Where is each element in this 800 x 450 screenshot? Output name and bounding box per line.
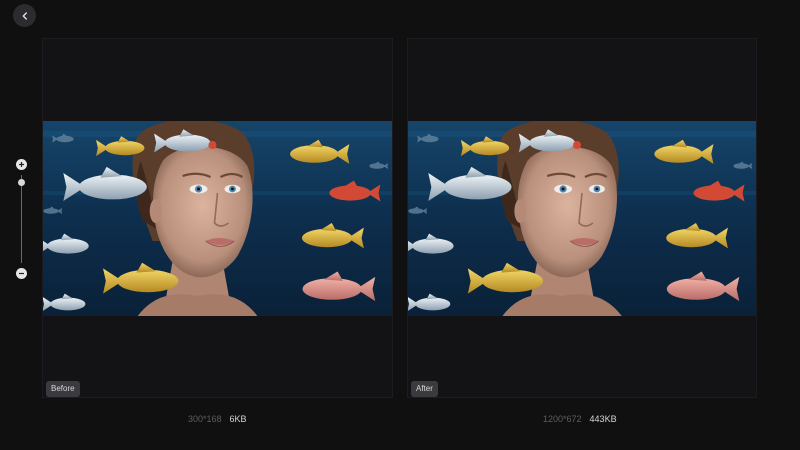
zoom-out-button[interactable] [16,268,27,279]
chevron-left-icon [22,11,27,20]
zoom-in-button[interactable] [16,159,27,170]
before-panel: Before [42,38,393,398]
after-info: 1200*672 443KB [543,414,617,424]
before-tag: Before [46,381,80,397]
before-info: 300*168 6KB [188,414,247,424]
image-compare-screen: Before After 300*168 6KB 1200*672 443KB [0,0,800,450]
minus-icon [19,272,24,275]
zoom-slider[interactable] [16,159,28,279]
zoom-handle[interactable] [18,178,25,186]
after-image [408,121,756,316]
underwater-portrait-image [43,121,392,316]
before-file-size: 6KB [229,414,247,424]
zoom-track[interactable] [18,175,25,263]
before-image [43,121,392,316]
plus-icon [19,162,24,167]
after-dimensions: 1200*672 [543,414,582,424]
back-button[interactable] [13,4,36,27]
after-tag: After [411,381,438,397]
underwater-portrait-image [408,121,756,316]
after-file-size: 443KB [589,414,617,424]
after-panel: After [407,38,757,398]
before-dimensions: 300*168 [188,414,222,424]
